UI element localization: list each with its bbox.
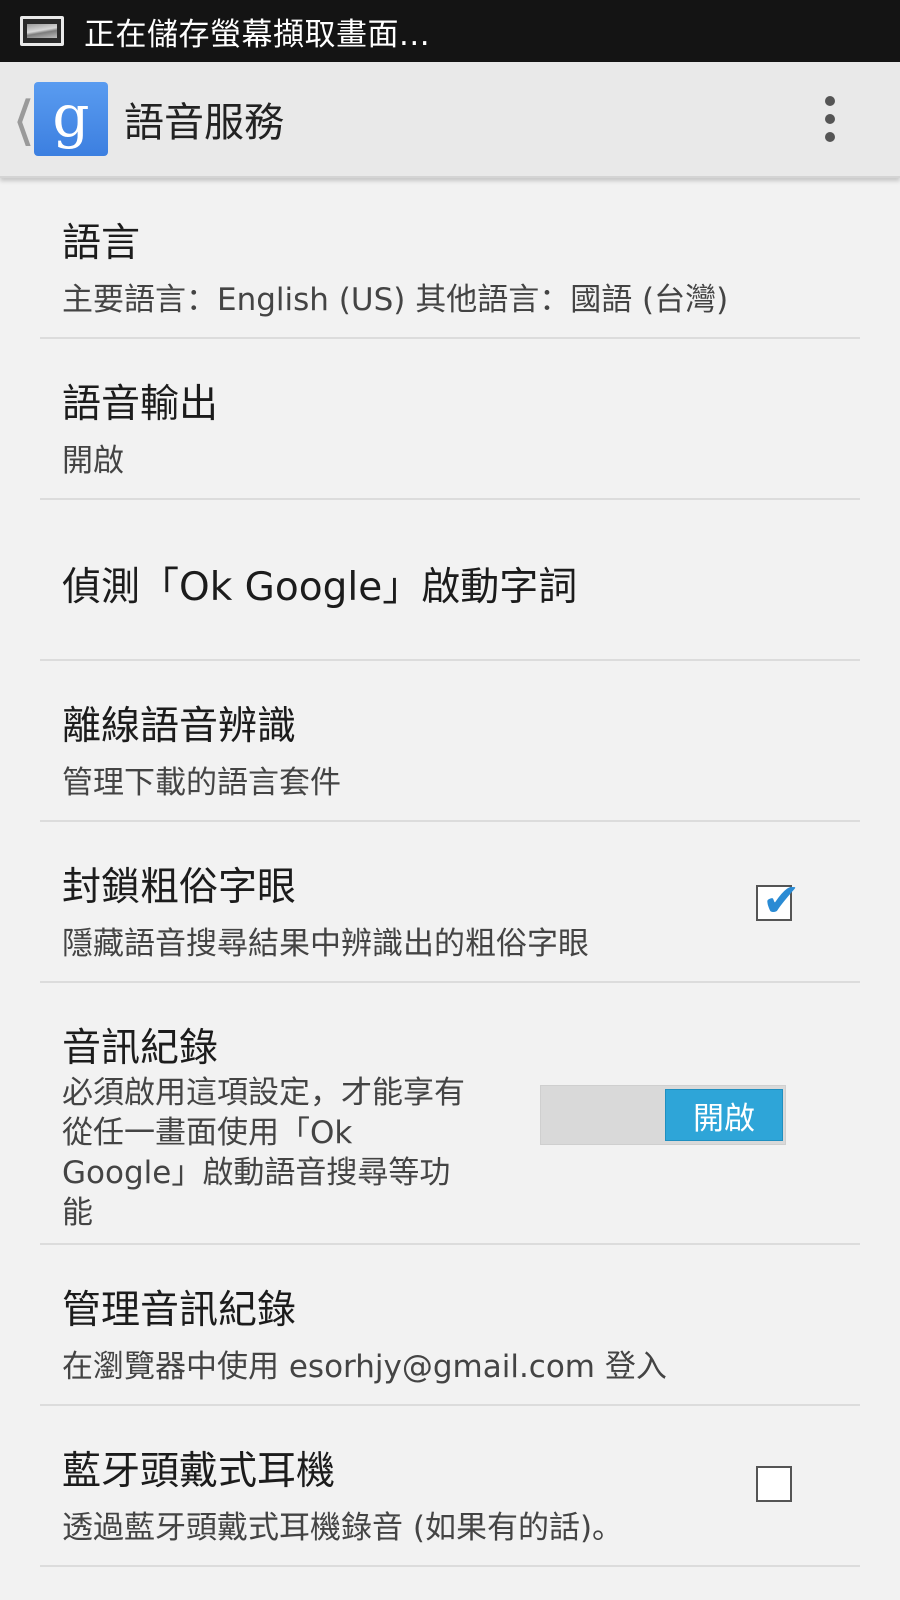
- pref-title: 藍牙頭戴式耳機: [62, 1449, 336, 1494]
- overflow-menu-icon[interactable]: [800, 79, 860, 159]
- toggle-thumb: 開啟: [665, 1089, 783, 1141]
- pref-title: 音訊紀錄: [62, 1026, 219, 1071]
- audio-history-toggle[interactable]: 開啟: [540, 1085, 786, 1145]
- pref-summary: 管理下載的語言套件: [62, 765, 341, 801]
- pref-summary: 開啟: [62, 443, 124, 479]
- pref-audio-history[interactable]: 音訊紀錄 必須啟用這項設定，才能享有從任一畫面使用「Ok Google」啟動語音…: [40, 983, 860, 1245]
- pref-speech-output[interactable]: 語音輸出 開啟: [40, 339, 860, 500]
- screenshot-icon: [20, 16, 64, 46]
- pref-title: 語音輸出: [62, 382, 219, 427]
- pref-language[interactable]: 語言 主要語言：English (US) 其他語言：國語 (台灣): [40, 178, 860, 339]
- toggle-label: 開啟: [693, 1100, 755, 1137]
- status-bar: 正在儲存螢幕擷取畫面...: [0, 0, 900, 62]
- pref-offline-speech-recognition[interactable]: 離線語音辨識 管理下載的語言套件: [40, 661, 860, 822]
- pref-title: 語言: [62, 221, 141, 266]
- chevron-left-icon[interactable]: ❬: [10, 91, 39, 147]
- pref-ok-google-detection[interactable]: 偵測「Ok Google」啟動字詞: [40, 500, 860, 661]
- pref-summary: 在瀏覽器中使用 esorhjy@gmail.com 登入: [62, 1349, 667, 1385]
- pref-summary: 必須啟用這項設定，才能享有從任一畫面使用「Ok Google」啟動語音搜尋等功能: [62, 1075, 465, 1231]
- checkmark-icon: ✔: [762, 873, 801, 927]
- page-title: 語音服務: [124, 100, 284, 146]
- pref-title: 偵測「Ok Google」啟動字詞: [62, 565, 578, 610]
- google-app-icon[interactable]: g: [34, 82, 108, 156]
- bluetooth-headset-checkbox[interactable]: [756, 1466, 792, 1502]
- block-offensive-words-checkbox[interactable]: ✔: [756, 877, 801, 923]
- pref-block-offensive-words[interactable]: 封鎖粗俗字眼 隱藏語音搜尋結果中辨識出的粗俗字眼 ✔: [40, 822, 860, 983]
- pref-summary: 隱藏語音搜尋結果中辨識出的粗俗字眼: [62, 926, 589, 962]
- pref-summary: 透過藍牙頭戴式耳機錄音 (如果有的話)。: [62, 1510, 624, 1546]
- pref-title: 封鎖粗俗字眼: [62, 865, 297, 910]
- status-notification-text: 正在儲存螢幕擷取畫面...: [84, 16, 431, 53]
- settings-list: 語言 主要語言：English (US) 其他語言：國語 (台灣) 語音輸出 開…: [0, 178, 900, 1567]
- pref-title: 離線語音辨識: [62, 704, 297, 749]
- pref-summary: 主要語言：English (US) 其他語言：國語 (台灣): [62, 282, 729, 318]
- app-icon-letter: g: [52, 82, 90, 150]
- pref-manage-audio-history[interactable]: 管理音訊紀錄 在瀏覽器中使用 esorhjy@gmail.com 登入: [40, 1245, 860, 1406]
- pref-title: 管理音訊紀錄: [62, 1288, 297, 1333]
- action-bar: ❬ g 語音服務: [0, 62, 900, 178]
- pref-bluetooth-headset[interactable]: 藍牙頭戴式耳機 透過藍牙頭戴式耳機錄音 (如果有的話)。: [40, 1406, 860, 1567]
